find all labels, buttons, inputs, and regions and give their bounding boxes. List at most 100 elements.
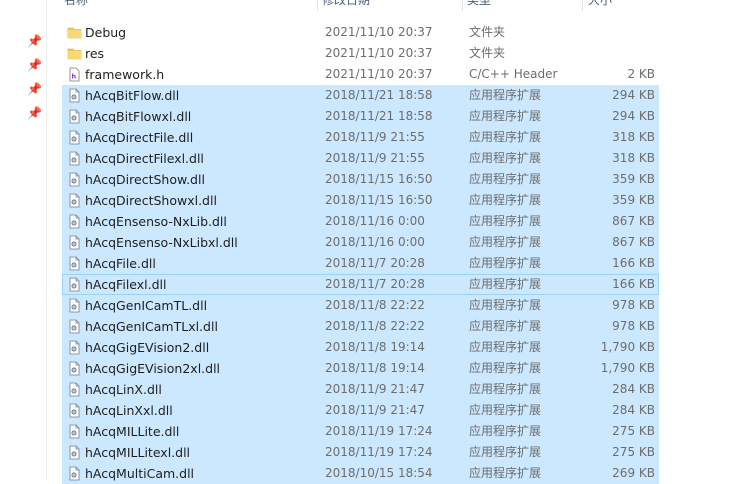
file-name: hAcqLinX.dll xyxy=(85,382,162,397)
file-row[interactable]: hAcqFilexl.dll 2018/11/7 20:28 应用程序扩展 166 K… xyxy=(62,274,659,295)
column-header-name[interactable]: 名称 xyxy=(64,0,88,9)
file-row[interactable]: hAcqGigEVision2.dll 2018/11/8 19:14 应用程序扩展… xyxy=(62,337,659,358)
file-row[interactable]: hAcqDirectFilexl.dll 2018/11/9 21:55 应用程序扩… xyxy=(62,148,659,169)
file-date-modified: 2018/11/9 21:55 xyxy=(325,151,425,165)
file-name: hAcqFilexl.dll xyxy=(85,277,167,292)
file-row[interactable]: hAcqDirectShowxl.dll 2018/11/15 16:50 应用程序… xyxy=(62,190,659,211)
file-row[interactable]: hAcqFile.dll 2018/11/7 20:28 应用程序扩展 166 KB xyxy=(62,253,659,274)
file-type: 应用程序扩展 xyxy=(469,172,542,186)
file-name: framework.h xyxy=(85,67,165,82)
file-size: 867 KB xyxy=(612,214,655,228)
pin-icon[interactable]: 📌 xyxy=(27,82,42,96)
file-name: hAcqGigEVision2.dll xyxy=(85,340,210,355)
file-size: 318 KB xyxy=(612,130,655,144)
dll-file-icon xyxy=(67,172,82,187)
header-file-icon: h xyxy=(67,67,82,82)
file-row[interactable]: hAcqGenICamTL.dll 2018/11/8 22:22 应用程序扩展 97… xyxy=(62,295,659,316)
file-date-modified: 2018/11/19 17:24 xyxy=(325,445,433,459)
file-type: 应用程序扩展 xyxy=(469,340,542,354)
dll-file-icon xyxy=(67,298,82,313)
file-name: hAcqDirectShowxl.dll xyxy=(85,193,217,208)
file-name: hAcqDirectFilexl.dll xyxy=(85,151,204,166)
file-row[interactable]: hAcqBitFlowxl.dll 2018/11/21 18:58 应用程序扩展 2… xyxy=(62,106,659,127)
file-row[interactable]: hAcqMILLitexl.dll 2018/11/19 17:24 应用程序扩展 2… xyxy=(62,442,659,463)
file-name: hAcqFile.dll xyxy=(85,256,156,271)
file-row[interactable]: hAcqLinXxl.dll 2018/11/9 21:47 应用程序扩展 284 K… xyxy=(62,400,659,421)
file-size: 284 KB xyxy=(612,382,655,396)
file-type: C/C++ Header xyxy=(469,67,558,81)
dll-file-icon xyxy=(67,109,82,124)
file-name: hAcqDirectFile.dll xyxy=(85,130,194,145)
file-type: 应用程序扩展 xyxy=(469,235,542,249)
file-row[interactable]: hAcqMILLite.dll 2018/11/19 17:24 应用程序扩展 275… xyxy=(62,421,659,442)
file-row[interactable]: hAcqDirectShow.dll 2018/11/15 16:50 应用程序扩展… xyxy=(62,169,659,190)
file-size: 275 KB xyxy=(612,424,655,438)
pane-divider xyxy=(46,0,47,481)
dll-file-icon xyxy=(67,361,82,376)
column-header-date[interactable]: 修改日期 xyxy=(322,0,370,9)
file-type: 应用程序扩展 xyxy=(469,193,542,207)
file-name: hAcqMILLite.dll xyxy=(85,424,180,439)
file-row[interactable]: Debug 2021/11/10 20:37 文件夹 xyxy=(62,22,659,43)
dll-file-icon xyxy=(67,382,82,397)
dll-file-icon xyxy=(67,340,82,355)
file-row[interactable]: hAcqGigEVision2xl.dll 2018/11/8 19:14 应用程序… xyxy=(62,358,659,379)
file-date-modified: 2018/11/8 19:14 xyxy=(325,361,425,375)
folder-icon xyxy=(67,46,82,61)
file-size: 275 KB xyxy=(612,445,655,459)
dll-file-icon xyxy=(67,256,82,271)
file-list: Debug 2021/11/10 20:37 文件夹 res 2021/11/10 20… xyxy=(62,22,659,484)
file-date-modified: 2021/11/10 20:37 xyxy=(325,25,433,39)
column-header-size[interactable]: 大小 xyxy=(588,0,612,9)
file-type: 文件夹 xyxy=(469,25,506,39)
pin-icon[interactable]: 📌 xyxy=(27,58,42,72)
file-name: hAcqBitFlowxl.dll xyxy=(85,109,192,124)
file-name: hAcqDirectShow.dll xyxy=(85,172,205,187)
file-date-modified: 2018/11/9 21:47 xyxy=(325,403,425,417)
file-size: 294 KB xyxy=(612,109,655,123)
file-size: 284 KB xyxy=(612,403,655,417)
file-row[interactable]: hAcqGenICamTLxl.dll 2018/11/8 22:22 应用程序扩展… xyxy=(62,316,659,337)
file-size: 294 KB xyxy=(612,88,655,102)
file-size: 318 KB xyxy=(612,151,655,165)
file-date-modified: 2018/11/8 22:22 xyxy=(325,319,425,333)
file-type: 应用程序扩展 xyxy=(469,382,542,396)
file-name: hAcqGigEVision2xl.dll xyxy=(85,361,221,376)
file-type: 应用程序扩展 xyxy=(469,256,542,270)
column-separator[interactable] xyxy=(582,0,583,11)
pin-icon[interactable]: 📌 xyxy=(27,106,42,120)
file-date-modified: 2018/11/19 17:24 xyxy=(325,424,433,438)
file-date-modified: 2018/11/7 20:28 xyxy=(325,277,425,291)
dll-file-icon xyxy=(67,319,82,334)
file-date-modified: 2018/11/7 20:28 xyxy=(325,256,425,270)
file-date-modified: 2021/11/10 20:37 xyxy=(325,67,433,81)
column-separator[interactable] xyxy=(462,0,463,11)
pin-icon[interactable]: 📌 xyxy=(27,34,42,48)
dll-file-icon xyxy=(67,403,82,418)
file-size: 359 KB xyxy=(612,172,655,186)
file-size: 2 KB xyxy=(627,67,655,81)
column-header-type[interactable]: 类型 xyxy=(467,0,491,9)
file-row[interactable]: hAcqDirectFile.dll 2018/11/9 21:55 应用程序扩展 3… xyxy=(62,127,659,148)
file-date-modified: 2018/11/9 21:55 xyxy=(325,130,425,144)
file-name: Debug xyxy=(85,25,127,40)
column-separator[interactable] xyxy=(317,0,318,11)
file-type: 应用程序扩展 xyxy=(469,298,542,312)
file-row[interactable]: hAcqEnsenso-NxLib.dll 2018/11/16 0:00 应用程序… xyxy=(62,211,659,232)
file-row[interactable]: res 2021/11/10 20:37 文件夹 xyxy=(62,43,659,64)
file-name: hAcqBitFlow.dll xyxy=(85,88,180,103)
file-name: hAcqEnsenso-NxLibxl.dll xyxy=(85,235,238,250)
file-row[interactable]: hAcqLinX.dll 2018/11/9 21:47 应用程序扩展 284 KB xyxy=(62,379,659,400)
dll-file-icon xyxy=(67,151,82,166)
navigation-pane: 📌 📌 📌 📌 xyxy=(0,0,46,481)
file-size: 867 KB xyxy=(612,235,655,249)
file-type: 应用程序扩展 xyxy=(469,151,542,165)
dll-file-icon xyxy=(67,214,82,229)
file-row[interactable]: h framework.h 2021/11/10 20:37 C/C++ Header… xyxy=(62,64,659,85)
file-date-modified: 2018/11/15 16:50 xyxy=(325,172,433,186)
dll-file-icon xyxy=(67,235,82,250)
file-row[interactable]: hAcqEnsenso-NxLibxl.dll 2018/11/16 0:00 应用… xyxy=(62,232,659,253)
file-date-modified: 2018/11/16 0:00 xyxy=(325,235,425,249)
file-row[interactable]: hAcqBitFlow.dll 2018/11/21 18:58 应用程序扩展 294… xyxy=(62,85,659,106)
file-type: 应用程序扩展 xyxy=(469,109,542,123)
